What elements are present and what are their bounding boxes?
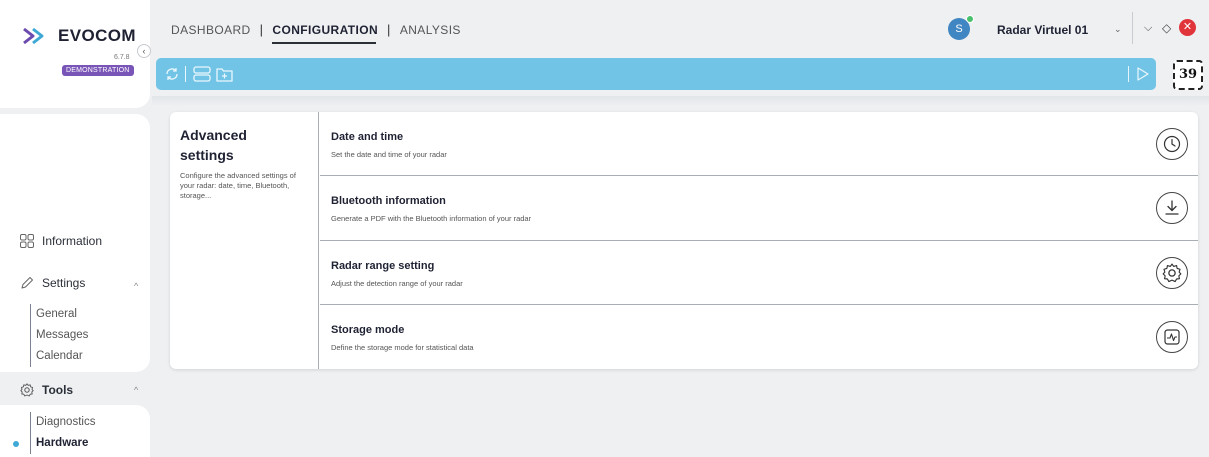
- tools-submenu: Diagnostics Hardware: [30, 412, 95, 454]
- pending-count-badge[interactable]: 39: [1173, 60, 1203, 90]
- collapse-sidebar-button[interactable]: ‹: [137, 44, 151, 58]
- sidebar-item-settings[interactable]: Settings: [20, 276, 85, 290]
- sidebar-item-tools[interactable]: Tools: [10, 379, 150, 401]
- app-version: 6.7.8: [114, 54, 130, 61]
- settings-list: Date and time Set the date and time of y…: [320, 112, 1198, 369]
- bluetooth-pdf-button[interactable]: [1156, 192, 1188, 225]
- radar-selector[interactable]: Radar Virtuel 01: [997, 23, 1088, 37]
- radar-range-button[interactable]: [1156, 256, 1188, 289]
- settings-row-radar-range[interactable]: Radar range setting Adjust the detection…: [320, 241, 1198, 305]
- brand-panel: EVOCOM 6.7.8 DEMONSTRATION: [0, 0, 150, 108]
- submenu-item-general[interactable]: General: [36, 304, 88, 325]
- submenu-item-calendar[interactable]: Calendar: [36, 346, 88, 367]
- logo-chevrons-icon: [23, 27, 44, 45]
- submenu-item-diagnostics[interactable]: Diagnostics: [36, 412, 95, 433]
- server-icon[interactable]: [193, 66, 211, 82]
- gear-icon: [20, 383, 34, 397]
- grid-icon: [20, 234, 34, 248]
- row-title: Bluetooth information: [331, 195, 446, 208]
- tab-analysis[interactable]: ANALYSIS: [400, 23, 461, 37]
- chevron-down-icon[interactable]: ⌄: [1114, 24, 1122, 35]
- chart-icon: [1164, 329, 1180, 345]
- header: DASHBOARD | CONFIGURATION | ANALYSIS S R…: [152, 0, 1209, 56]
- tab-dashboard[interactable]: DASHBOARD: [171, 23, 251, 37]
- row-subtitle: Generate a PDF with the Bluetooth inform…: [331, 214, 532, 224]
- download-icon: [1165, 200, 1179, 215]
- settings-submenu: General Messages Calendar: [30, 304, 88, 367]
- row-subtitle: Define the storage mode for statistical …: [331, 342, 474, 352]
- sidebar-item-label: Tools: [42, 383, 74, 397]
- tab-configuration[interactable]: CONFIGURATION: [272, 23, 378, 44]
- expand-chevron-icon[interactable]: ⌵: [1144, 22, 1152, 35]
- sidebar-item-information[interactable]: Information: [20, 234, 102, 248]
- settings-row-storage-mode[interactable]: Storage mode Define the storage mode for…: [320, 305, 1198, 369]
- submenu-item-hardware[interactable]: Hardware: [36, 433, 95, 454]
- settings-row-date-time[interactable]: Date and time Set the date and time of y…: [320, 112, 1198, 177]
- submenu-item-messages[interactable]: Messages: [36, 325, 88, 346]
- advanced-settings-card: Advanced settings Configure the advanced…: [170, 112, 1198, 369]
- section-description: Configure the advanced settings of your …: [180, 171, 296, 200]
- clock-icon: [1163, 135, 1181, 153]
- chevron-left-icon: ‹: [142, 46, 146, 56]
- tab-separator: |: [387, 22, 391, 37]
- tab-separator: |: [259, 22, 264, 37]
- gear-icon: [1162, 263, 1182, 282]
- row-title: Radar range setting: [331, 259, 435, 272]
- row-subtitle: Set the date and time of your radar: [331, 150, 447, 159]
- settings-row-bluetooth[interactable]: Bluetooth information Generate a PDF wit…: [320, 176, 1198, 241]
- storage-mode-button[interactable]: [1156, 320, 1188, 353]
- sidebar-item-label: Settings: [42, 276, 86, 290]
- action-toolbar: [156, 58, 1156, 90]
- chevron-up-icon[interactable]: ^: [134, 385, 138, 395]
- header-shadow: [152, 96, 1209, 106]
- sync-icon[interactable]: [164, 66, 180, 82]
- pencil-icon: [21, 277, 33, 289]
- main-tabs: DASHBOARD | CONFIGURATION | ANALYSIS: [171, 22, 461, 44]
- brand-name: EVOCOM: [58, 26, 136, 45]
- logo: EVOCOM: [22, 26, 136, 46]
- date-time-button[interactable]: [1156, 128, 1188, 160]
- row-title: Date and time: [331, 131, 404, 143]
- send-icon[interactable]: [1136, 66, 1150, 82]
- close-icon[interactable]: ✕: [1179, 19, 1196, 36]
- header-divider: [1132, 12, 1133, 44]
- section-title: Advanced settings: [180, 127, 247, 163]
- sidebar-item-label: Information: [42, 234, 103, 248]
- sidebar: EVOCOM 6.7.8 DEMONSTRATION ‹ Information…: [0, 0, 151, 457]
- row-subtitle: Adjust the detection range of your radar: [331, 278, 463, 288]
- toolbar-separator: [1128, 66, 1129, 82]
- active-indicator: [13, 441, 19, 447]
- row-title: Storage mode: [331, 323, 405, 336]
- online-status-badge: [966, 15, 974, 23]
- chevron-up-icon[interactable]: ^: [134, 281, 138, 291]
- demo-badge: DEMONSTRATION: [62, 65, 134, 76]
- diamond-icon[interactable]: ◇: [1162, 21, 1171, 35]
- add-folder-icon[interactable]: [216, 66, 233, 82]
- toolbar-separator: [185, 66, 186, 82]
- advanced-settings-intro: Advanced settings Configure the advanced…: [170, 112, 319, 369]
